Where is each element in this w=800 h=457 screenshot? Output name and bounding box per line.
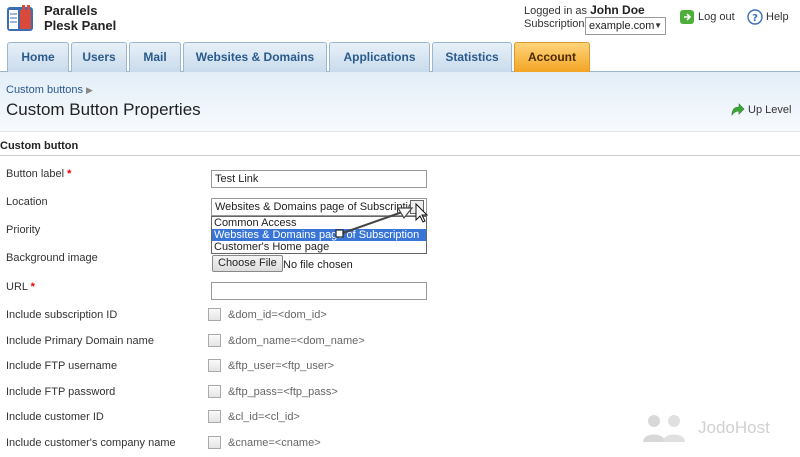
include-primary-domain-param: &dom_name=<dom_name> xyxy=(228,335,365,347)
url-row: URL * xyxy=(6,281,35,293)
logout-link[interactable]: Log out xyxy=(679,9,735,25)
plesk-logo-icon xyxy=(7,5,33,31)
include-ftp-user-param: &ftp_user=<ftp_user> xyxy=(228,360,335,372)
tab-home[interactable]: Home xyxy=(7,42,69,72)
include-primary-domain-checkbox[interactable] xyxy=(208,334,221,347)
logout-label: Log out xyxy=(698,11,735,23)
location-label: Location xyxy=(6,196,48,208)
up-level-link[interactable]: Up Level xyxy=(729,102,791,118)
tutorial-arrow-icon xyxy=(335,202,429,238)
file-status: No file chosen xyxy=(283,259,353,271)
button-label-row: Button label * xyxy=(6,168,71,180)
brand-line-2: Plesk Panel xyxy=(44,18,117,33)
user-name[interactable]: John Doe xyxy=(590,3,645,17)
include-customer-id-label: Include customer ID xyxy=(6,411,104,423)
tab-users[interactable]: Users xyxy=(71,42,127,72)
logged-in-prefix: Logged in as xyxy=(524,5,587,17)
tab-websites-domains[interactable]: Websites & Domains xyxy=(183,42,327,72)
help-icon: ? xyxy=(747,9,763,25)
top-bar: Parallels Plesk Panel Logged in as John … xyxy=(0,0,800,42)
include-ftp-pass-checkbox[interactable] xyxy=(208,385,221,398)
background-image-label: Background image xyxy=(6,252,98,264)
main-tabs: Home Users Mail Websites & Domains Appli… xyxy=(0,42,800,72)
tab-account[interactable]: Account xyxy=(514,42,590,72)
required-marker: * xyxy=(67,168,72,180)
required-marker: * xyxy=(30,281,35,293)
watermark-text: JodoHost xyxy=(698,418,770,437)
include-ftp-pass-label: Include FTP password xyxy=(6,386,116,398)
include-subscription-id-param: &dom_id=<dom_id> xyxy=(228,309,327,321)
location-option-customers-home[interactable]: Customer's Home page xyxy=(212,241,426,253)
button-label-label: Button label xyxy=(6,168,65,180)
brand-name: Parallels Plesk Panel xyxy=(44,3,116,33)
priority-label: Priority xyxy=(6,224,41,236)
include-ftp-pass-param: &ftp_pass=<ftp_pass> xyxy=(228,386,338,398)
tab-mail[interactable]: Mail xyxy=(129,42,181,72)
button-label-input[interactable]: Test Link xyxy=(211,170,427,188)
include-customer-id-checkbox[interactable] xyxy=(208,410,221,423)
tab-statistics[interactable]: Statistics xyxy=(432,42,512,72)
include-subscription-id-checkbox[interactable] xyxy=(208,308,221,321)
logout-icon xyxy=(680,10,694,24)
choose-file-button[interactable]: Choose File xyxy=(212,255,283,272)
watermark: JodoHost xyxy=(640,412,770,444)
include-company-name-checkbox[interactable] xyxy=(208,436,221,449)
include-company-name-label: Include customer's company name xyxy=(6,437,176,449)
include-company-name-param: &cname=<cname> xyxy=(228,437,321,449)
page-title: Custom Button Properties xyxy=(6,100,201,119)
up-level-icon xyxy=(731,103,745,116)
logged-in-info: Logged in as John Doe xyxy=(524,3,645,17)
people-icon xyxy=(643,415,685,442)
section-divider xyxy=(0,155,800,156)
svg-text:?: ? xyxy=(752,13,758,24)
include-subscription-id-label: Include subscription ID xyxy=(6,309,118,321)
include-primary-domain-label: Include Primary Domain name xyxy=(6,335,154,347)
include-ftp-user-label: Include FTP username xyxy=(6,360,118,372)
include-ftp-user-checkbox[interactable] xyxy=(208,359,221,372)
up-level-label: Up Level xyxy=(748,104,792,116)
tab-applications[interactable]: Applications xyxy=(329,42,430,72)
chevron-right-icon: ▶ xyxy=(86,85,93,95)
help-link[interactable]: ? Help xyxy=(747,9,789,25)
section-title: Custom button xyxy=(0,140,79,152)
include-customer-id-param: &cl_id=<cl_id> xyxy=(228,411,300,423)
help-label: Help xyxy=(766,11,789,23)
chevron-down-icon: ▼ xyxy=(654,21,662,30)
url-label: URL xyxy=(6,281,28,293)
breadcrumb: Custom buttons ▶ xyxy=(6,84,93,96)
url-input[interactable] xyxy=(211,282,427,300)
brand-line-1: Parallels xyxy=(44,3,98,18)
subscription-select[interactable]: example.com ▼ xyxy=(585,17,666,35)
breadcrumb-custom-buttons[interactable]: Custom buttons xyxy=(6,84,83,96)
subscription-value: example.com xyxy=(589,20,655,32)
subscription-label: Subscription xyxy=(524,18,585,30)
